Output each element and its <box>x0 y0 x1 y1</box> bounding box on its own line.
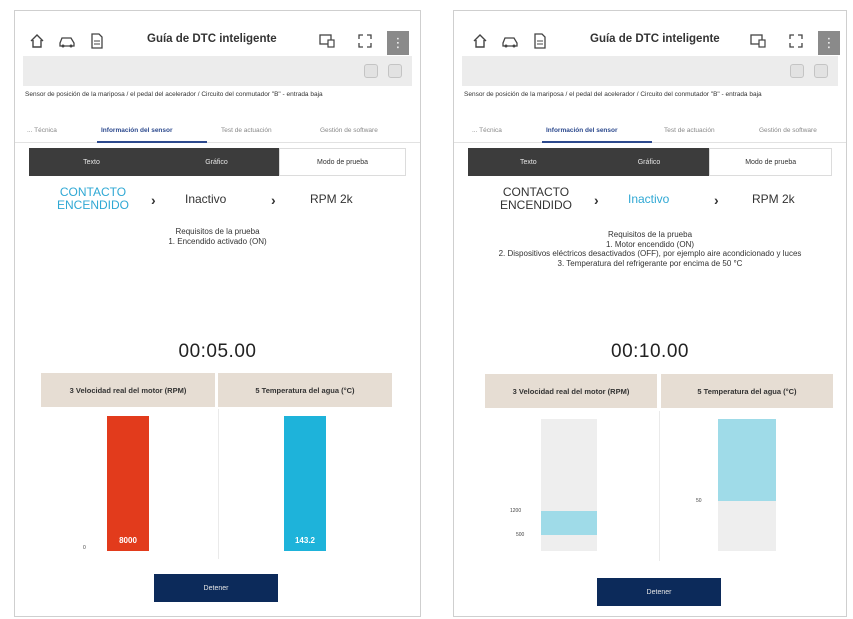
view-mode-segments: Texto Gráfico Modo de prueba <box>468 148 833 176</box>
chart-divider <box>218 409 219 559</box>
expand-icon[interactable] <box>784 29 808 53</box>
chart-divider <box>659 411 660 561</box>
step-inactivo: Inactivo <box>628 192 670 206</box>
tab-informacion-sensor[interactable]: Información del sensor <box>101 127 173 134</box>
more-icon[interactable]: ⋮ <box>818 31 840 55</box>
home-icon[interactable] <box>468 29 492 53</box>
step-arrow-1: › <box>594 192 599 208</box>
stop-button[interactable]: Detener <box>597 578 721 606</box>
document-icon[interactable] <box>85 29 109 53</box>
save-icon[interactable] <box>388 64 402 78</box>
test-steps: CONTACTO ENCENDIDO › Inactivo › RPM 2k <box>454 186 846 222</box>
page-title: Guía de DTC inteligente <box>147 33 277 45</box>
chart-title-water: 5 Temperatura del agua (°C) <box>218 373 392 407</box>
chart-title-rpm: 3 Velocidad real del motor (RPM) <box>41 373 215 407</box>
tab-test-actuacion[interactable]: Test de actuación <box>664 127 715 134</box>
step-arrow-2: › <box>271 192 276 208</box>
segment-modo-prueba[interactable]: Modo de prueba <box>279 148 406 176</box>
print-icon[interactable] <box>790 64 804 78</box>
dtc-description: Sensor de posición de la mariposa / el p… <box>25 91 323 98</box>
rpm-bar: 8000 <box>107 416 149 551</box>
requirement-1: 1. Encendido activado (ON) <box>168 236 267 246</box>
view-mode-segments: Texto Gráfico Modo de prueba <box>29 148 406 176</box>
step-arrow-1: › <box>151 192 156 208</box>
rpm-range-band <box>541 511 597 536</box>
tab-informacion-sensor[interactable]: Información del sensor <box>546 127 618 134</box>
chart-title-rpm: 3 Velocidad real del motor (RPM) <box>485 374 657 408</box>
requirement-3: 3. Temperatura del refrigerante por enci… <box>557 258 743 268</box>
left-panel: Guía de DTC inteligente ⋮ Sensor de posi… <box>14 10 421 617</box>
stop-button[interactable]: Detener <box>154 574 278 602</box>
top-bar: Guía de DTC inteligente ⋮ <box>15 21 420 61</box>
dtc-description: Sensor de posición de la mariposa / el p… <box>464 91 762 98</box>
water-value: 143.2 <box>294 536 316 545</box>
rpm-tick-high: 1200 <box>510 508 522 515</box>
water-tick: 50 <box>696 497 702 504</box>
active-tab-indicator <box>97 141 207 143</box>
segment-modo-prueba[interactable]: Modo de prueba <box>709 148 833 176</box>
test-timer: 00:05.00 <box>178 341 257 362</box>
tab-gestion-software[interactable]: Gestión de software <box>759 127 817 134</box>
test-requirements: Requisitos de la prueba 1. Encendido act… <box>29 227 406 246</box>
chart-title-water: 5 Temperatura del agua (°C) <box>661 374 833 408</box>
home-icon[interactable] <box>25 29 49 53</box>
requirement-1: 1. Motor encendido (ON) <box>605 239 695 249</box>
step-rpm: RPM 2k <box>310 192 353 206</box>
right-panel: Guía de DTC inteligente ⋮ Sensor de posi… <box>453 10 847 617</box>
more-icon[interactable]: ⋮ <box>387 31 409 55</box>
print-icon[interactable] <box>364 64 378 78</box>
requirements-title: Requisitos de la prueba <box>175 227 260 236</box>
display-icon[interactable] <box>746 29 770 53</box>
tab-test-actuacion[interactable]: Test de actuación <box>221 127 272 134</box>
rpm-tick-low: 500 <box>516 532 525 539</box>
test-timer: 00:10.00 <box>611 341 689 362</box>
step-contacto: CONTACTO ENCENDIDO <box>499 185 572 212</box>
dtc-toolbar <box>462 56 838 86</box>
display-icon[interactable] <box>315 29 339 53</box>
test-requirements: Requisitos de la prueba 1. Motor encendi… <box>468 230 832 268</box>
document-icon[interactable] <box>528 29 552 53</box>
water-bar <box>718 419 776 551</box>
rpm-bar-fill <box>107 416 149 551</box>
expand-icon[interactable] <box>353 29 377 53</box>
tab-tecnica[interactable]: ... Técnica <box>472 127 502 134</box>
requirements-title: Requisitos de la prueba <box>607 230 693 239</box>
step-rpm: RPM 2k <box>752 192 795 206</box>
tab-gestion-software[interactable]: Gestión de software <box>320 127 378 134</box>
segment-grafico[interactable]: Gráfico <box>154 148 279 176</box>
rpm-tick-0: 0 <box>83 545 86 551</box>
step-inactivo: Inactivo <box>185 192 227 206</box>
water-range-band <box>718 419 776 501</box>
step-arrow-2: › <box>714 192 719 208</box>
water-bar-fill <box>284 416 326 551</box>
water-bar: 143.2 <box>284 416 326 551</box>
step-contacto: CONTACTO ENCENDIDO <box>56 185 129 212</box>
active-tab-indicator <box>542 141 652 143</box>
segment-texto[interactable]: Texto <box>468 148 589 176</box>
save-icon[interactable] <box>814 64 828 78</box>
requirement-2: 2. Dispositivos eléctricos desactivados … <box>498 249 802 258</box>
page-title: Guía de DTC inteligente <box>590 33 720 45</box>
car-icon[interactable] <box>55 29 79 53</box>
rpm-value: 8000 <box>119 536 137 545</box>
car-icon[interactable] <box>498 29 522 53</box>
rpm-bar <box>541 419 597 551</box>
tab-bar: ... Técnica Información del sensor Test … <box>15 123 420 143</box>
dtc-toolbar <box>23 56 412 86</box>
test-steps: CONTACTO ENCENDIDO › Inactivo › RPM 2k <box>15 186 420 222</box>
segment-texto[interactable]: Texto <box>29 148 154 176</box>
segment-grafico[interactable]: Gráfico <box>588 148 710 176</box>
top-bar: Guía de DTC inteligente ⋮ <box>454 21 846 61</box>
tab-bar: ... Técnica Información del sensor Test … <box>454 123 846 143</box>
tab-tecnica[interactable]: ... Técnica <box>27 127 57 134</box>
